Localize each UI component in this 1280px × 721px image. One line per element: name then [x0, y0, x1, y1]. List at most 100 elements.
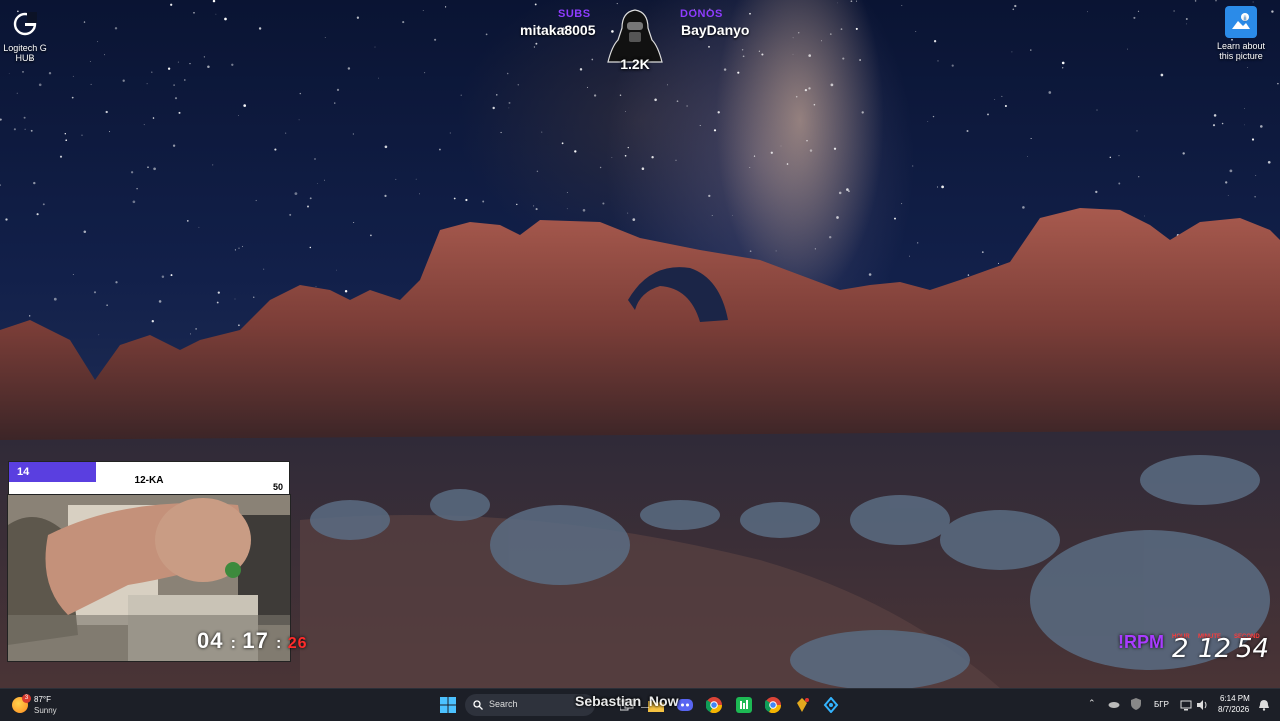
start-button[interactable]	[437, 694, 459, 716]
star	[1109, 156, 1112, 159]
star	[167, 67, 171, 70]
star	[797, 32, 800, 34]
star	[506, 72, 509, 75]
volume-icon[interactable]	[1196, 698, 1208, 710]
star	[98, 334, 100, 336]
language-indicator[interactable]: БГР	[1154, 700, 1169, 709]
star	[177, 61, 179, 63]
star	[132, 200, 136, 204]
app-blue-icon	[823, 697, 839, 713]
star	[298, 119, 300, 121]
star	[1095, 190, 1098, 194]
star	[792, 53, 794, 55]
logitech-g-hub-icon	[9, 8, 41, 40]
star	[1173, 10, 1175, 12]
star	[122, 79, 125, 82]
star	[395, 178, 397, 180]
star	[723, 68, 727, 71]
star	[83, 21, 86, 23]
star	[72, 75, 74, 77]
taskbar-app-game[interactable]	[791, 694, 813, 716]
clock-time[interactable]: 6:14 PM	[1220, 694, 1250, 703]
star	[42, 203, 45, 206]
star	[147, 166, 149, 169]
star	[1137, 10, 1140, 12]
star	[821, 40, 823, 42]
star	[541, 131, 543, 133]
star	[424, 72, 426, 74]
rpm-second-value: 54	[1236, 634, 1270, 664]
star	[593, 94, 597, 97]
star	[901, 203, 903, 205]
star	[625, 111, 626, 112]
shield-icon[interactable]	[1130, 697, 1142, 710]
star	[1255, 175, 1257, 176]
star	[115, 281, 118, 284]
star	[1011, 51, 1013, 53]
chevron-up-icon[interactable]: ⌃	[1088, 698, 1096, 709]
taskbar-app-chrome-2[interactable]	[762, 694, 784, 716]
star	[419, 193, 420, 195]
star	[829, 33, 832, 35]
star	[1061, 61, 1065, 65]
star	[749, 12, 751, 15]
star	[566, 192, 568, 193]
star	[453, 197, 456, 200]
star	[836, 216, 839, 219]
star	[90, 83, 92, 85]
star	[234, 298, 236, 300]
star	[741, 49, 744, 51]
star	[97, 41, 99, 43]
star	[309, 197, 312, 200]
star	[203, 56, 206, 58]
star	[143, 124, 145, 126]
notification-bell-icon[interactable]	[1258, 698, 1270, 711]
star	[109, 131, 111, 133]
star	[1027, 156, 1028, 157]
onedrive-icon[interactable]	[1108, 697, 1120, 709]
star	[1118, 182, 1121, 185]
star	[33, 181, 36, 185]
star	[786, 163, 789, 165]
desktop-icon-logitech-g-hub[interactable]: Logitech G HUB	[0, 8, 55, 63]
star	[516, 203, 518, 206]
star	[136, 187, 138, 190]
info-picture-icon: i	[1225, 6, 1257, 38]
stream-avatar-badge: 1.2K	[602, 6, 668, 74]
star	[775, 250, 777, 252]
star	[1001, 95, 1003, 97]
star	[838, 191, 842, 195]
star	[241, 245, 244, 248]
star	[1144, 215, 1145, 217]
star	[711, 215, 713, 216]
star	[24, 128, 26, 130]
star	[574, 150, 577, 153]
star	[336, 88, 340, 92]
star	[377, 77, 379, 79]
star	[713, 129, 717, 132]
star	[1213, 114, 1217, 117]
star	[53, 297, 57, 301]
desktop-icon-learn-about-picture[interactable]: i Learn about this picture	[1211, 6, 1271, 61]
star	[742, 55, 745, 58]
clock-date[interactable]: 8/7/2026	[1218, 705, 1249, 714]
star	[130, 171, 134, 174]
star	[561, 142, 564, 145]
top-donor-name: BayDanyo	[681, 22, 750, 38]
star	[535, 42, 538, 45]
star	[749, 167, 751, 169]
star	[1225, 181, 1228, 184]
weather-widget[interactable]: 3 87°F Sunny	[12, 693, 92, 717]
taskbar-app-green[interactable]	[733, 694, 755, 716]
star	[238, 115, 239, 116]
network-icon[interactable]	[1180, 698, 1192, 711]
star	[336, 269, 337, 271]
star	[1087, 11, 1088, 13]
star	[207, 65, 210, 68]
taskbar-app-blue[interactable]	[820, 694, 842, 716]
star	[1227, 195, 1229, 196]
stream-timer: 04 : 17 : 26	[197, 628, 308, 654]
star	[183, 79, 186, 81]
star	[1138, 176, 1140, 178]
taskbar-app-chrome[interactable]	[703, 694, 725, 716]
